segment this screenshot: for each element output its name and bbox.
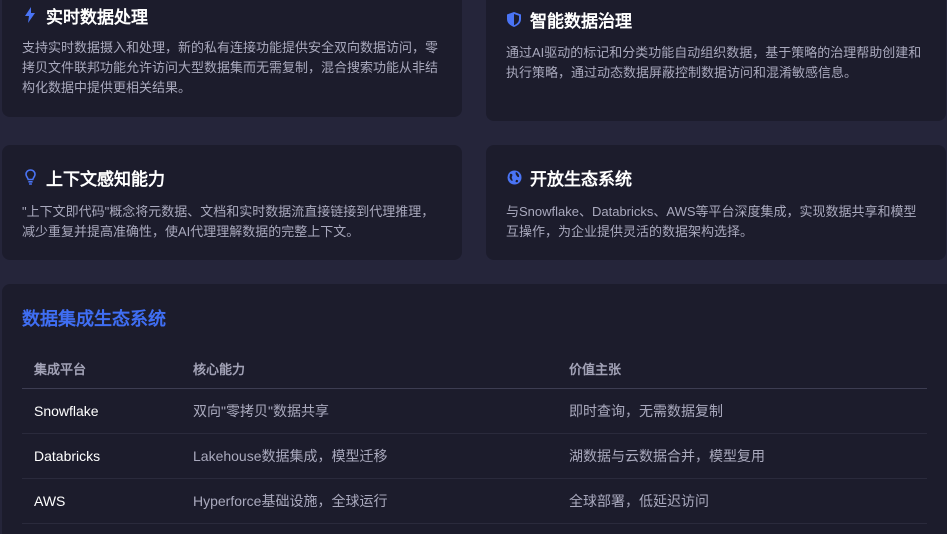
globe-icon bbox=[506, 169, 522, 185]
capability-cell: 双向"零拷贝"数据共享 bbox=[181, 388, 557, 434]
platform-cell: AWS bbox=[22, 478, 181, 524]
feature-card-title: 实时数据处理 bbox=[22, 1, 442, 29]
value-cell: 即时查询，无需数据复制 bbox=[557, 388, 927, 434]
feature-card-title: 智能数据治理 bbox=[506, 5, 926, 33]
section-title: 数据集成生态系统 bbox=[22, 309, 166, 329]
value-cell: 全球部署，低延迟访问 bbox=[557, 478, 927, 524]
feature-title-text: 开放生态系统 bbox=[530, 169, 632, 189]
column-header-value: 价值主张 bbox=[557, 348, 927, 389]
column-header-capability: 核心能力 bbox=[181, 348, 557, 389]
column-header-platform: 集成平台 bbox=[22, 348, 181, 389]
feature-description: 与Snowflake、Databricks、AWS等平台深度集成，实现数据共享和… bbox=[506, 204, 917, 239]
platform-cell: Snowflake bbox=[22, 388, 181, 434]
feature-card-realtime: 实时数据处理 支持实时数据摄入和处理，新的私有连接功能提供安全双向数据访问，零拷… bbox=[2, 0, 462, 117]
lightning-icon bbox=[22, 7, 38, 23]
table-header-row: 集成平台 核心能力 价值主张 bbox=[22, 348, 927, 389]
value-cell: 湖数据与云数据合并，模型复用 bbox=[557, 433, 927, 479]
platform-cell: Databricks bbox=[22, 433, 181, 479]
feature-card-governance: 智能数据治理 通过AI驱动的标记和分类功能自动组织数据，基于策略的治理帮助创建和… bbox=[486, 0, 946, 121]
feature-card-title: 上下文感知能力 bbox=[22, 163, 442, 191]
capability-cell: Hyperforce基础设施，全球运行 bbox=[181, 478, 557, 524]
table-row: AWS Hyperforce基础设施，全球运行 全球部署，低延迟访问 bbox=[22, 478, 927, 524]
ecosystem-table: 集成平台 核心能力 价值主张 Snowflake 双向"零拷贝"数据共享 即时查… bbox=[22, 348, 927, 524]
capability-cell: Lakehouse数据集成，模型迁移 bbox=[181, 433, 557, 479]
shield-icon bbox=[506, 11, 522, 27]
feature-card-ecosystem: 开放生态系统 与Snowflake、Databricks、AWS等平台深度集成，… bbox=[486, 145, 946, 260]
table-row: Databricks Lakehouse数据集成，模型迁移 湖数据与云数据合并，… bbox=[22, 433, 927, 479]
table-row: Snowflake 双向"零拷贝"数据共享 即时查询，无需数据复制 bbox=[22, 388, 927, 434]
feature-card-context: 上下文感知能力 "上下文即代码"概念将元数据、文档和实时数据流直接链接到代理推理… bbox=[2, 145, 462, 260]
lightbulb-icon bbox=[22, 169, 38, 185]
feature-title-text: 实时数据处理 bbox=[46, 7, 148, 27]
feature-title-text: 智能数据治理 bbox=[530, 11, 632, 31]
feature-description: "上下文即代码"概念将元数据、文档和实时数据流直接链接到代理推理，减少重复并提高… bbox=[22, 204, 435, 239]
feature-description: 支持实时数据摄入和处理，新的私有连接功能提供安全双向数据访问，零拷贝文件联邦功能… bbox=[22, 40, 439, 95]
ecosystem-section: 数据集成生态系统 集成平台 核心能力 价值主张 Snowflake 双向"零拷贝… bbox=[2, 284, 947, 534]
feature-card-title: 开放生态系统 bbox=[506, 163, 926, 191]
feature-title-text: 上下文感知能力 bbox=[46, 169, 165, 189]
feature-description: 通过AI驱动的标记和分类功能自动组织数据，基于策略的治理帮助创建和执行策略，通过… bbox=[506, 45, 922, 80]
